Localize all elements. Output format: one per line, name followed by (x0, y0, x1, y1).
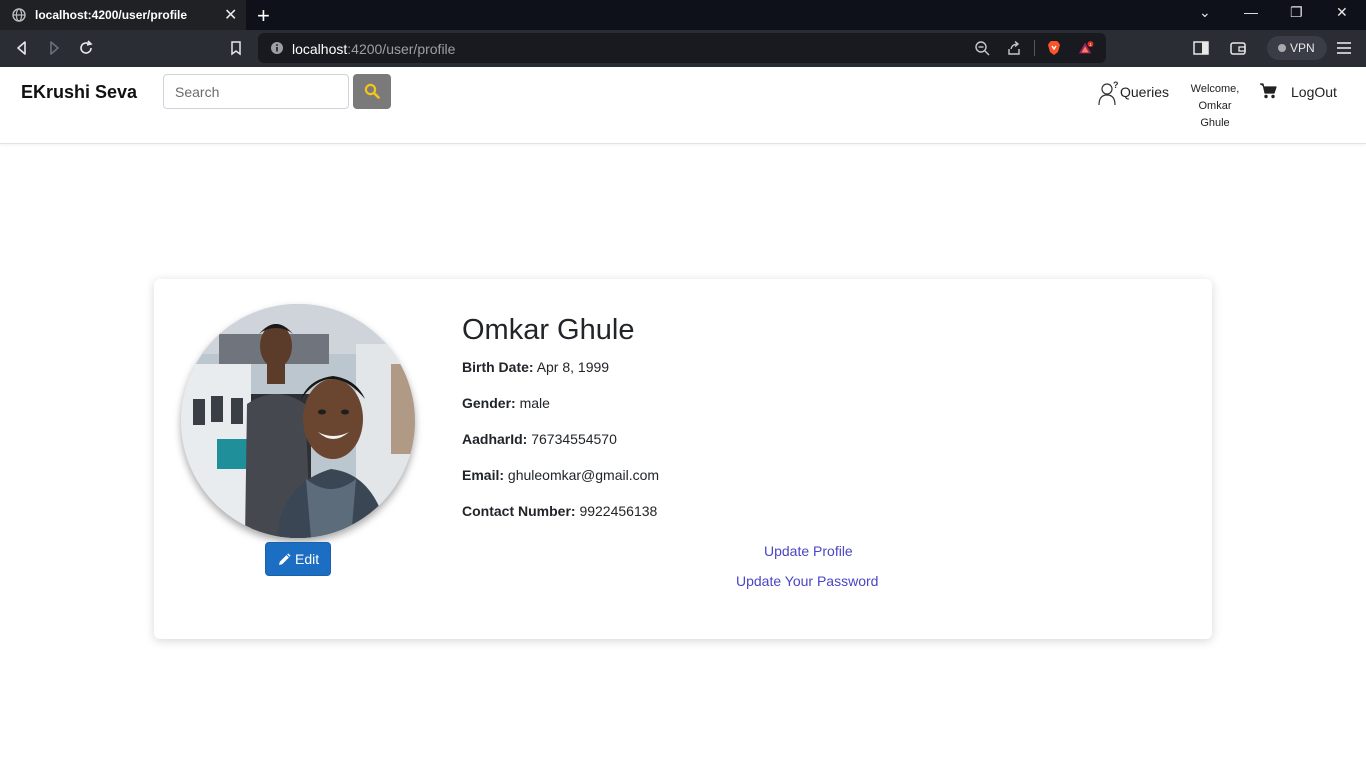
browser-toolbar: localhost:4200/user/profile 1 VPN (0, 30, 1366, 67)
welcome-user-name: Omkar Ghule (1198, 100, 1232, 129)
contact-value: 9922456138 (579, 503, 658, 519)
svg-text:?: ? (1113, 80, 1119, 90)
search-input[interactable] (163, 74, 349, 109)
tab-title: localhost:4200/user/profile (35, 8, 188, 22)
globe-icon (12, 8, 26, 22)
tab-search-chevron-icon[interactable]: ⌄ (1199, 4, 1211, 21)
plus-icon[interactable]: + (257, 3, 270, 29)
search-button[interactable] (353, 74, 391, 109)
pencil-icon (279, 553, 291, 565)
birth-date-label: Birth Date: (462, 359, 534, 375)
url-text[interactable]: localhost:4200/user/profile (292, 41, 455, 57)
brave-rewards-icon[interactable]: 1 (1078, 40, 1094, 56)
email-row: Email: ghuleomkar@gmail.com (462, 467, 659, 483)
url-host: localhost (292, 41, 348, 57)
gender-row: Gender: male (462, 395, 550, 411)
url-separator (1034, 40, 1035, 56)
url-path: :4200/user/profile (347, 41, 456, 57)
profile-card: Edit Omkar Ghule Birth Date: Apr 8, 1999… (154, 279, 1212, 639)
brand-logo-text[interactable]: EKrushi Seva (21, 82, 137, 103)
vpn-label: VPN (1290, 41, 1315, 55)
wallet-icon[interactable] (1228, 38, 1248, 58)
minimize-icon[interactable]: — (1244, 4, 1258, 20)
aadhar-row: AadharId: 76734554570 (462, 431, 617, 447)
birth-date-value: Apr 8, 1999 (536, 359, 610, 375)
contact-label: Contact Number: (462, 503, 576, 519)
browser-tab-bar: localhost:4200/user/profile ✕ + ⌄ — ❐ ✕ (0, 0, 1366, 30)
vpn-button[interactable]: VPN (1267, 36, 1327, 60)
edit-photo-button[interactable]: Edit (265, 542, 331, 576)
back-icon[interactable] (12, 38, 32, 58)
search-icon (364, 83, 380, 99)
cart-icon[interactable] (1259, 83, 1277, 99)
welcome-text: Welcome, Omkar Ghule (1183, 81, 1247, 132)
logout-link[interactable]: LogOut (1291, 84, 1337, 100)
gender-value: male (519, 395, 550, 411)
brave-shield-icon[interactable] (1046, 40, 1062, 56)
edit-label: Edit (295, 551, 320, 567)
gender-label: Gender: (462, 395, 516, 411)
question-person-icon: ? (1098, 80, 1119, 106)
email-value: ghuleomkar@gmail.com (507, 467, 660, 483)
menu-icon[interactable] (1334, 38, 1354, 58)
email-label: Email: (462, 467, 505, 483)
welcome-line: Welcome, (1190, 83, 1240, 95)
update-profile-link[interactable]: Update Profile (764, 543, 853, 559)
close-icon[interactable]: ✕ (224, 5, 237, 25)
profile-name: Omkar Ghule (462, 314, 635, 346)
zoom-icon[interactable] (974, 40, 990, 56)
contact-row: Contact Number: 9922456138 (462, 503, 657, 519)
restore-icon[interactable]: ❐ (1290, 4, 1303, 21)
avatar (181, 304, 415, 538)
vpn-status-dot (1278, 44, 1286, 52)
window-close-icon[interactable]: ✕ (1336, 4, 1348, 21)
birth-date-row: Birth Date: Apr 8, 1999 (462, 359, 609, 375)
sidebar-icon[interactable] (1191, 38, 1211, 58)
bookmark-icon[interactable] (226, 38, 246, 58)
app-navbar: EKrushi Seva ? Queries Welcome, Omkar Gh… (0, 67, 1366, 144)
share-icon[interactable] (1006, 40, 1022, 56)
profile-photo (181, 304, 415, 538)
queries-label: Queries (1120, 84, 1170, 100)
update-password-link[interactable]: Update Your Password (736, 573, 878, 589)
info-icon[interactable] (270, 41, 284, 55)
address-bar[interactable]: localhost:4200/user/profile 1 (258, 33, 1106, 63)
browser-tab[interactable]: localhost:4200/user/profile ✕ (0, 0, 246, 30)
aadhar-value: 76734554570 (531, 431, 617, 447)
forward-icon[interactable] (44, 38, 64, 58)
aadhar-label: AadharId: (462, 431, 528, 447)
reload-icon[interactable] (76, 38, 96, 58)
